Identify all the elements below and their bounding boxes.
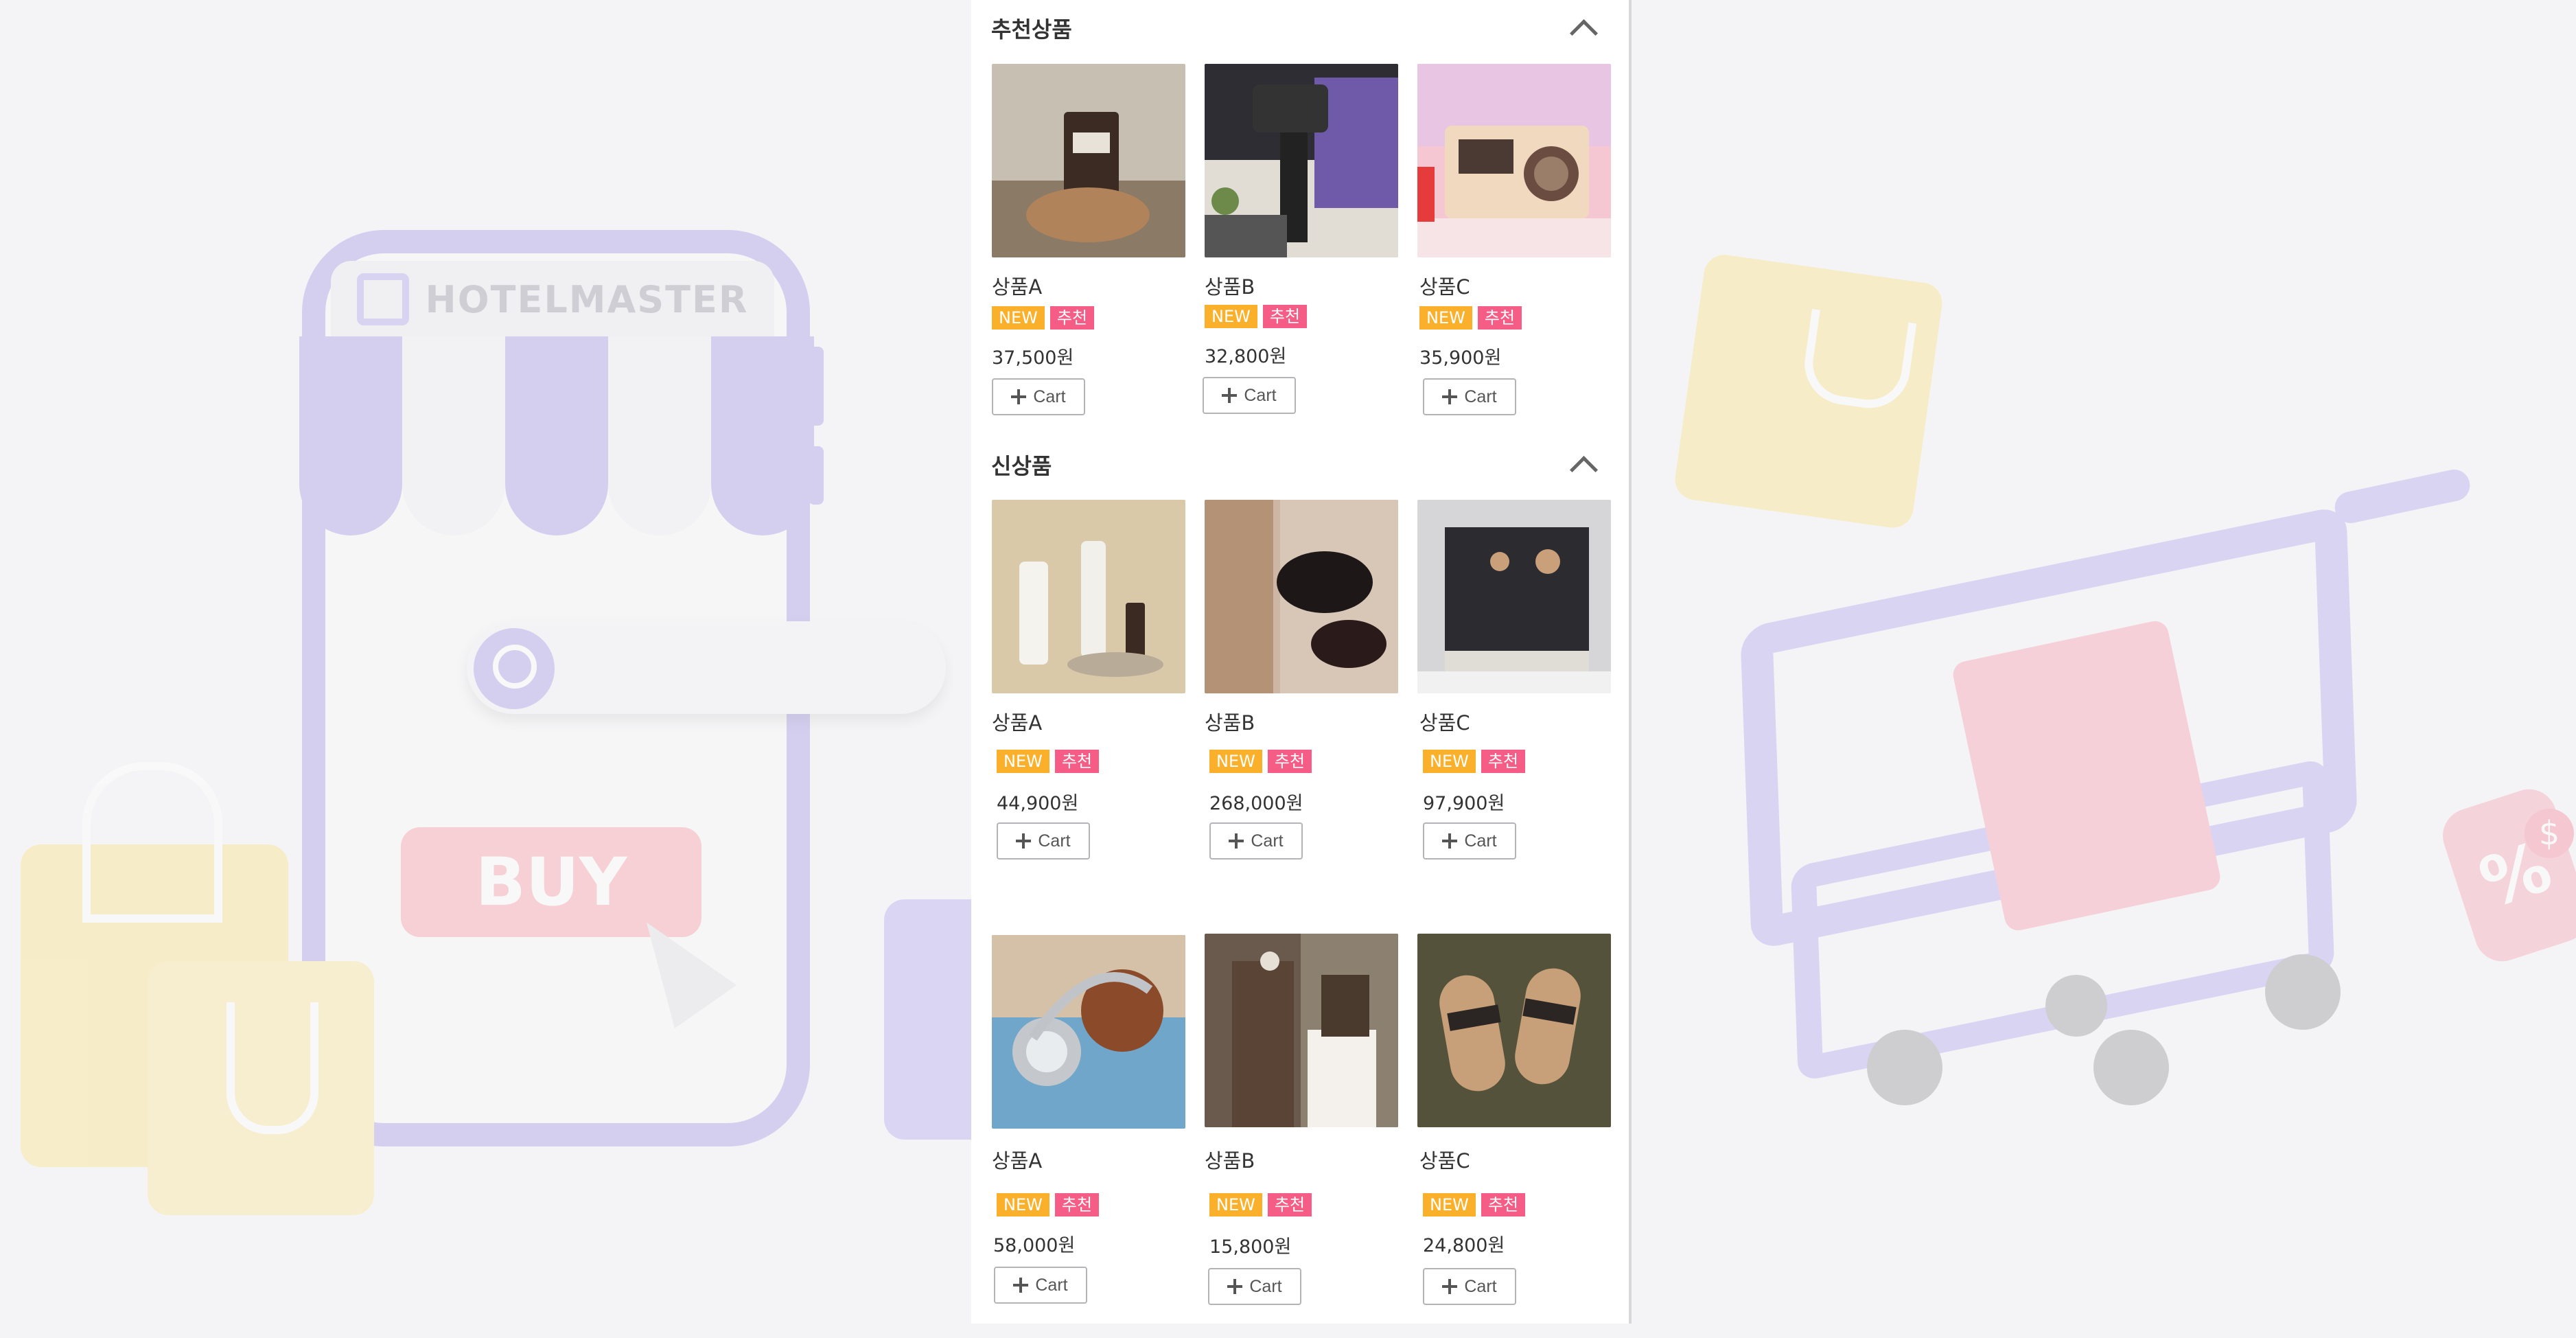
product-card[interactable] [1205, 934, 1398, 1127]
product-name[interactable]: 상품C [1419, 271, 1470, 300]
plus-icon [1442, 389, 1458, 404]
product-card[interactable] [1205, 500, 1398, 693]
product-card[interactable] [1205, 64, 1398, 257]
plus-icon [1442, 1279, 1458, 1294]
product-image-sandals[interactable] [1417, 934, 1611, 1127]
plus-icon [1442, 833, 1458, 849]
badge-recommended: 추천 [1477, 306, 1522, 330]
product-badges: NEW 추천 [997, 750, 1100, 773]
product-price: 35,900원 [1419, 347, 1502, 369]
store-sign: HOTELMASTER [331, 261, 774, 338]
product-price: 32,800원 [1205, 346, 1287, 367]
add-to-cart-button[interactable]: Cart [994, 1267, 1087, 1304]
product-price: 58,000원 [993, 1235, 1076, 1256]
product-image-headphones[interactable] [992, 935, 1185, 1129]
product-image-cosmetics[interactable] [992, 500, 1185, 693]
section-title: 신상품 [991, 453, 1052, 479]
badge-recommended: 추천 [1267, 750, 1312, 773]
product-image-cassette-radio[interactable] [1417, 64, 1611, 257]
badge-recommended: 추천 [1054, 750, 1100, 773]
product-panel: 추천상품 상품A 상품B 상품C NEW 추천 NEW 추천 NEW 추천 37… [971, 0, 1629, 1324]
product-price: 15,800원 [1209, 1236, 1292, 1258]
badge-recommended: 추천 [1054, 1193, 1100, 1216]
add-to-cart-button[interactable]: Cart [1423, 378, 1516, 415]
badge-recommended: 추천 [1049, 306, 1095, 330]
add-to-cart-button[interactable]: Cart [992, 378, 1085, 415]
product-price: 97,900원 [1423, 793, 1505, 814]
product-name[interactable]: 상품A [992, 1145, 1042, 1174]
product-name[interactable]: 상품B [1205, 707, 1255, 736]
section-title: 추천상품 [991, 16, 1072, 43]
product-price: 44,900원 [997, 793, 1079, 814]
plus-icon [1013, 1278, 1029, 1293]
add-to-cart-button[interactable]: Cart [1203, 377, 1296, 414]
product-card[interactable] [992, 935, 1185, 1129]
product-price: 37,500원 [992, 347, 1074, 369]
badge-new: NEW [1205, 305, 1257, 328]
badge-new: NEW [997, 1193, 1049, 1216]
product-name[interactable]: 상품A [992, 271, 1042, 300]
badge-recommended: 추천 [1267, 1193, 1312, 1216]
badge-recommended: 추천 [1481, 1193, 1526, 1216]
add-to-cart-button[interactable]: Cart [1423, 822, 1516, 860]
shopping-bag-icon [1672, 252, 1945, 531]
cart-wheel [2045, 975, 2107, 1037]
product-card[interactable] [1417, 500, 1611, 693]
product-badges: NEW 추천 [1419, 306, 1522, 330]
product-image-espresso-machine[interactable] [1417, 500, 1611, 693]
plus-icon [1016, 833, 1032, 849]
plus-icon [1011, 389, 1027, 404]
product-badges: NEW 추천 [1205, 305, 1308, 328]
product-image-hair-clip[interactable] [1205, 934, 1398, 1127]
product-badges: NEW 추천 [992, 306, 1095, 330]
product-badges: NEW 추천 [997, 1193, 1100, 1216]
product-badges: NEW 추천 [1423, 1193, 1526, 1216]
product-name[interactable]: 상품B [1205, 271, 1255, 300]
magnifier-icon [474, 628, 555, 709]
add-to-cart-button[interactable]: Cart [1209, 822, 1303, 860]
product-card[interactable] [1417, 64, 1611, 257]
product-image-candle[interactable] [992, 64, 1185, 257]
cart-wheel [2093, 1030, 2169, 1105]
product-name[interactable]: 상품A [992, 707, 1042, 736]
product-badges: NEW 추천 [1423, 750, 1526, 773]
badge-new: NEW [1423, 750, 1476, 773]
product-badges: NEW 추천 [1209, 750, 1312, 773]
chevron-up-icon[interactable] [1569, 19, 1599, 47]
cart-wheel [1867, 1030, 1942, 1105]
product-name[interactable]: 상품C [1419, 1145, 1470, 1174]
badge-new: NEW [1423, 1193, 1476, 1216]
add-to-cart-button[interactable]: Cart [1423, 1268, 1516, 1305]
section-header-new: 신상품 [991, 441, 1609, 489]
plus-icon [1229, 833, 1244, 849]
store-brand: HOTELMASTER [425, 277, 749, 321]
product-name[interactable]: 상품B [1205, 1145, 1255, 1174]
badge-new: NEW [1209, 750, 1262, 773]
badge-new: NEW [1209, 1193, 1262, 1216]
add-to-cart-button[interactable]: Cart [1208, 1268, 1301, 1305]
product-name[interactable]: 상품C [1419, 707, 1470, 736]
hotel-logo-icon [356, 273, 409, 325]
section-header-recommended: 추천상품 [991, 4, 1609, 52]
plus-icon [1227, 1279, 1243, 1294]
badge-new: NEW [1419, 306, 1472, 330]
cart-wheel [2265, 954, 2341, 1030]
product-card[interactable] [992, 500, 1185, 693]
plus-icon [1222, 388, 1238, 403]
chevron-up-icon[interactable] [1569, 455, 1599, 484]
store-awning [299, 336, 814, 535]
product-image-camera-gimbal[interactable] [1205, 64, 1398, 257]
product-card[interactable] [992, 64, 1185, 257]
add-to-cart-button[interactable]: Cart [997, 822, 1090, 860]
badge-recommended: 추천 [1262, 305, 1308, 328]
badge-new: NEW [992, 306, 1045, 330]
product-price: 24,800원 [1423, 1235, 1505, 1256]
product-image-sunglasses[interactable] [1205, 500, 1398, 693]
product-badges: NEW 추천 [1209, 1193, 1312, 1216]
product-card[interactable] [1417, 934, 1611, 1127]
badge-recommended: 추천 [1481, 750, 1526, 773]
badge-new: NEW [997, 750, 1049, 773]
dollar-coin-icon: $ [2525, 809, 2574, 858]
product-price: 268,000원 [1209, 793, 1303, 814]
